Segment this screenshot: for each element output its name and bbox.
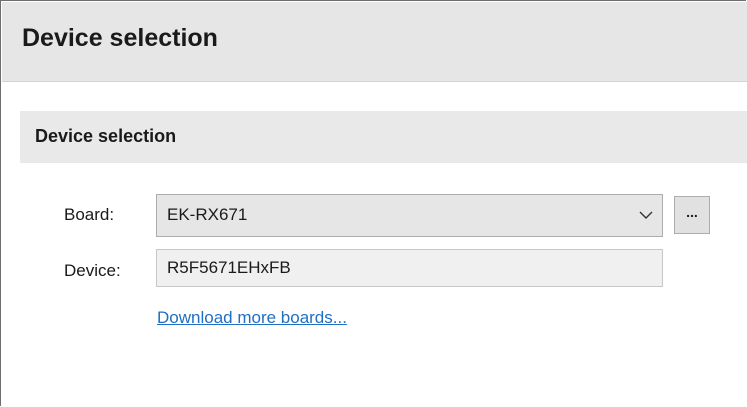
page-title: Device selection xyxy=(22,24,218,52)
device-field[interactable]: R5F5671EHxFB xyxy=(156,249,663,287)
chevron-down-icon xyxy=(639,211,653,219)
section-title: Device selection xyxy=(35,126,177,146)
page-header: Device selection xyxy=(2,2,747,82)
section-header: Device selection xyxy=(20,111,747,163)
board-dropdown[interactable]: EK-RX671 xyxy=(156,194,663,237)
board-dropdown-value: EK-RX671 xyxy=(167,205,248,224)
device-selection-page: Device selection Device selection Board:… xyxy=(0,0,747,406)
device-label: Device: xyxy=(64,261,121,280)
download-more-boards-link[interactable]: Download more boards... xyxy=(157,308,347,328)
board-label: Board: xyxy=(64,205,115,224)
board-browse-button[interactable]: ... xyxy=(674,196,710,234)
